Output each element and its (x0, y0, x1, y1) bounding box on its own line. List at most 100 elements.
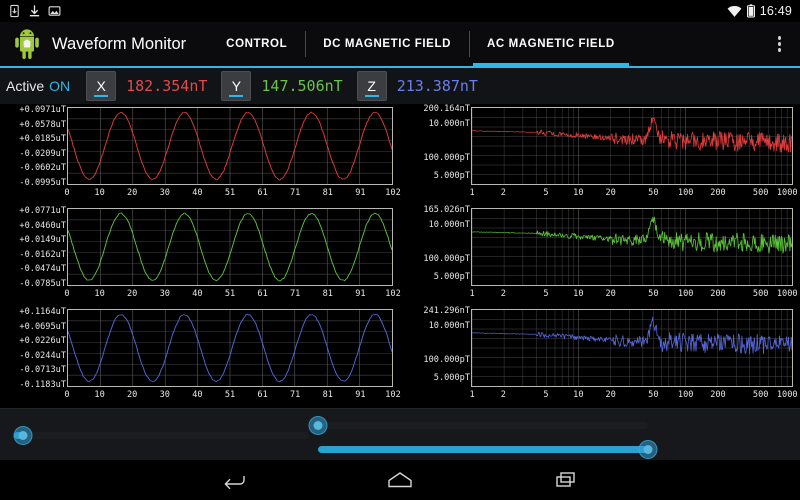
y-tick-label: -0.0474uT (19, 264, 66, 275)
x-tick-label: 100 (677, 188, 694, 198)
x-tick-label: 5 (543, 188, 549, 198)
x-tick-label: 40 (192, 188, 203, 198)
y-tick-label: 100.000pT (423, 254, 470, 265)
y-tick-label: +0.0226uT (19, 336, 66, 347)
overflow-dot (777, 48, 781, 52)
y-tick-label: 165.026nT (423, 204, 470, 215)
y-time-waveform-y-labels: +0.0771uT +0.0460uT +0.0149uT -0.0162uT -0.0… (0, 205, 66, 306)
x-tick-label: 500 (752, 188, 769, 198)
download-icon (29, 5, 40, 17)
x-tick-label: 50 (648, 289, 659, 299)
y-time-waveform-x-labels: 0 10 20 30 40 51 61 71 81 91 102 (64, 289, 400, 303)
x-tick-label: 20 (127, 188, 138, 198)
z-spectrum: 241.296nT 10.000nT 100.000pT 5.000pT 1 2 5 10 20… (400, 306, 800, 407)
overflow-menu-icon[interactable] (773, 30, 787, 58)
x-tick-label: 1 (469, 289, 475, 299)
x-tick-label: 61 (257, 289, 268, 299)
control-bar: Stop Record (0, 408, 800, 460)
x-tick-label: 20 (605, 390, 616, 400)
android-robot-logo (15, 29, 39, 59)
status-bar: 16:49 (0, 0, 800, 22)
save-to-device-icon (10, 4, 19, 18)
y-tick-label: -0.0244uT (19, 350, 66, 361)
home-icon[interactable] (382, 466, 418, 494)
x-tick-label: 100 (677, 390, 694, 400)
x-tick-label: 30 (159, 289, 170, 299)
x-tick-label: 0 (64, 289, 70, 299)
z-time-waveform: +0.1164uT +0.0695uT +0.0226uT -0.0244uT -0.0… (0, 306, 400, 407)
lower-right-slider-fill (318, 446, 648, 453)
x-tick-label: 2 (500, 188, 506, 198)
z-time-waveform-box (67, 309, 393, 387)
y-tick-label: -0.0785uT (19, 278, 66, 289)
x-tick-label: 30 (159, 188, 170, 198)
y-tick-label: +0.0771uT (19, 206, 66, 216)
z-time-waveform-y-labels: +0.1164uT +0.0695uT +0.0226uT -0.0244uT -0.0… (0, 306, 66, 407)
x-tick-label: 20 (127, 390, 138, 400)
x-tick-label: 20 (605, 188, 616, 198)
x-tick-label: 102 (385, 390, 401, 400)
x-tick-label: 10 (573, 390, 584, 400)
x-tick-label: 50 (648, 188, 659, 198)
y-tick-label: 5.000pT (433, 372, 470, 383)
lower-right-slider[interactable] (318, 440, 658, 459)
tab-ac-magnetic-field[interactable]: AC MAGNETIC FIELD (468, 22, 633, 66)
axis-value-z: 213.387nT (396, 77, 478, 95)
y-spectrum-x-labels: 1 2 5 10 20 50 100 200 500 1000 (469, 289, 797, 303)
x-tick-label: 81 (322, 188, 333, 198)
upper-right-slider-track (318, 422, 648, 429)
tab-control[interactable]: CONTROL (208, 22, 305, 66)
x-tick-label: 91 (355, 390, 366, 400)
back-icon[interactable] (216, 466, 252, 494)
y-tick-label: -0.0602uT (19, 163, 66, 174)
x-tick-label: 51 (224, 188, 236, 198)
x-tick-label: 5 (543, 390, 549, 400)
y-spectrum-box (471, 208, 793, 286)
tab-dc-magnetic-field[interactable]: DC MAGNETIC FIELD (305, 22, 469, 66)
y-tick-label: 100.000pT (423, 153, 470, 164)
wifi-icon (727, 5, 742, 17)
y-tick-label: 5.000pT (433, 170, 470, 181)
y-time-waveform-box (67, 208, 393, 286)
y-tick-label: +0.1164uT (19, 307, 66, 317)
x-time-waveform-x-labels: 0 10 20 30 40 51 61 71 81 91 102 (64, 188, 400, 202)
app-root: 16:49 Waveform Monitor CONTROL DC MAGNET… (0, 0, 800, 500)
axis-selector-bar: Active ON X 182.354nT Y 147.506nT Z 213.… (0, 68, 800, 104)
x-tick-label: 500 (752, 289, 769, 299)
axis-button-y[interactable]: Y (221, 71, 252, 101)
tab-dc-magnetic-field-label: DC MAGNETIC FIELD (323, 38, 451, 50)
overflow-dot (777, 36, 781, 40)
x-tick-label: 5 (543, 289, 549, 299)
x-tick-label: 200 (710, 390, 726, 400)
x-tick-label: 1 (469, 390, 475, 400)
y-tick-label: 10.000nT (428, 321, 470, 332)
active-state-value[interactable]: ON (49, 78, 70, 94)
y-tick-label: 241.296nT (423, 305, 470, 316)
lower-right-slider-thumb[interactable] (638, 440, 658, 459)
x-tick-label: 81 (322, 390, 333, 400)
z-spectrum-x-labels: 1 2 5 10 20 50 100 200 500 1000 (469, 390, 797, 404)
axis-button-z[interactable]: Z (356, 71, 387, 101)
left-slider-thumb[interactable] (13, 426, 33, 445)
upper-right-slider[interactable] (308, 416, 648, 435)
y-tick-label: -0.0995uT (19, 177, 66, 188)
x-tick-label: 91 (355, 188, 366, 198)
axis-button-z-label: Z (367, 78, 376, 94)
left-slider[interactable] (13, 426, 309, 445)
x-time-waveform-y-labels: +0.0971uT +0.0578uT +0.0185uT -0.0209uT -0.0… (0, 104, 66, 205)
axis-button-x[interactable]: X (86, 71, 117, 101)
axis-button-x-label: X (96, 78, 106, 94)
y-tick-label: +0.0149uT (19, 235, 66, 246)
x-tick-label: 40 (192, 390, 203, 400)
notification-icons (8, 4, 61, 18)
x-tick-label: 100 (677, 289, 694, 299)
recents-icon[interactable] (548, 466, 584, 494)
upper-right-slider-thumb[interactable] (308, 416, 328, 435)
x-tick-label: 71 (290, 289, 301, 299)
x-tick-label: 10 (94, 390, 105, 400)
x-time-waveform: +0.0971uT +0.0578uT +0.0185uT -0.0209uT -0.0… (0, 104, 400, 205)
x-spectrum-x-labels: 1 2 5 10 20 50 100 200 500 1000 (469, 188, 797, 202)
x-tick-label: 51 (224, 289, 236, 299)
y-tick-label: 200.164nT (423, 103, 470, 114)
axis-value-y: 147.506nT (261, 77, 343, 95)
